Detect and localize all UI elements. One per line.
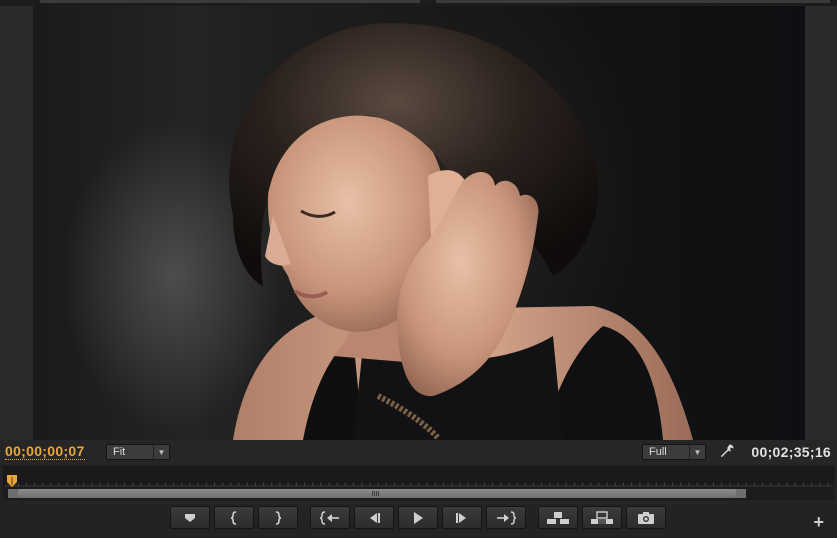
wrench-icon[interactable] [719,443,735,459]
video-image [229,23,693,440]
go-to-out-button[interactable] [486,506,526,529]
zoom-scrollbar-right-handle[interactable] [736,489,746,498]
play-icon [414,511,423,524]
step-back-icon [370,512,380,523]
insert-icon [547,511,569,524]
step-forward-button[interactable] [442,506,482,529]
panel-tab-edge [436,0,830,3]
time-ruler[interactable] [3,466,834,488]
chevron-down-icon: ▼ [689,445,705,459]
step-back-button[interactable] [354,506,394,529]
panel-tab-edge [40,0,420,3]
duration-timecode: 00;02;35;16 [751,444,831,460]
add-marker-button[interactable] [170,506,210,529]
current-timecode[interactable]: 00;00;00;07 [5,444,85,460]
export-frame-button[interactable] [626,506,666,529]
mark-out-icon [275,510,282,525]
viewer-controls-bar: 00;00;00;07 Fit ▼ Full ▼ 00;02;35;16 [0,440,837,464]
overwrite-icon [591,510,613,524]
chevron-down-icon: ▼ [153,445,169,459]
play-button[interactable] [398,506,438,529]
zoom-level-value: Fit [113,446,126,458]
marker-icon [185,513,195,522]
button-editor-plus-icon[interactable]: + [813,513,824,531]
step-forward-icon [456,512,466,523]
overwrite-button[interactable] [582,506,622,529]
zoom-level-dropdown[interactable]: Fit ▼ [106,444,170,460]
zoom-scrollbar-left-handle[interactable] [8,489,18,498]
go-to-in-icon [319,510,339,525]
playback-resolution-dropdown[interactable]: Full ▼ [642,444,706,460]
mark-in-button[interactable] [214,506,254,529]
zoom-scrollbar[interactable] [3,487,834,500]
transport-controls: + [0,504,837,538]
zoom-scrollbar-grip [372,491,380,496]
go-to-in-button[interactable] [310,506,350,529]
playhead[interactable] [7,474,17,487]
go-to-out-icon [497,510,517,525]
mark-out-button[interactable] [258,506,298,529]
video-frame[interactable] [33,6,805,440]
mark-in-icon [230,510,237,525]
time-ruler-ticks [4,482,833,487]
insert-button[interactable] [538,506,578,529]
camera-icon [638,511,654,524]
playback-resolution-value: Full [649,446,667,458]
program-monitor-viewer[interactable] [0,6,837,440]
